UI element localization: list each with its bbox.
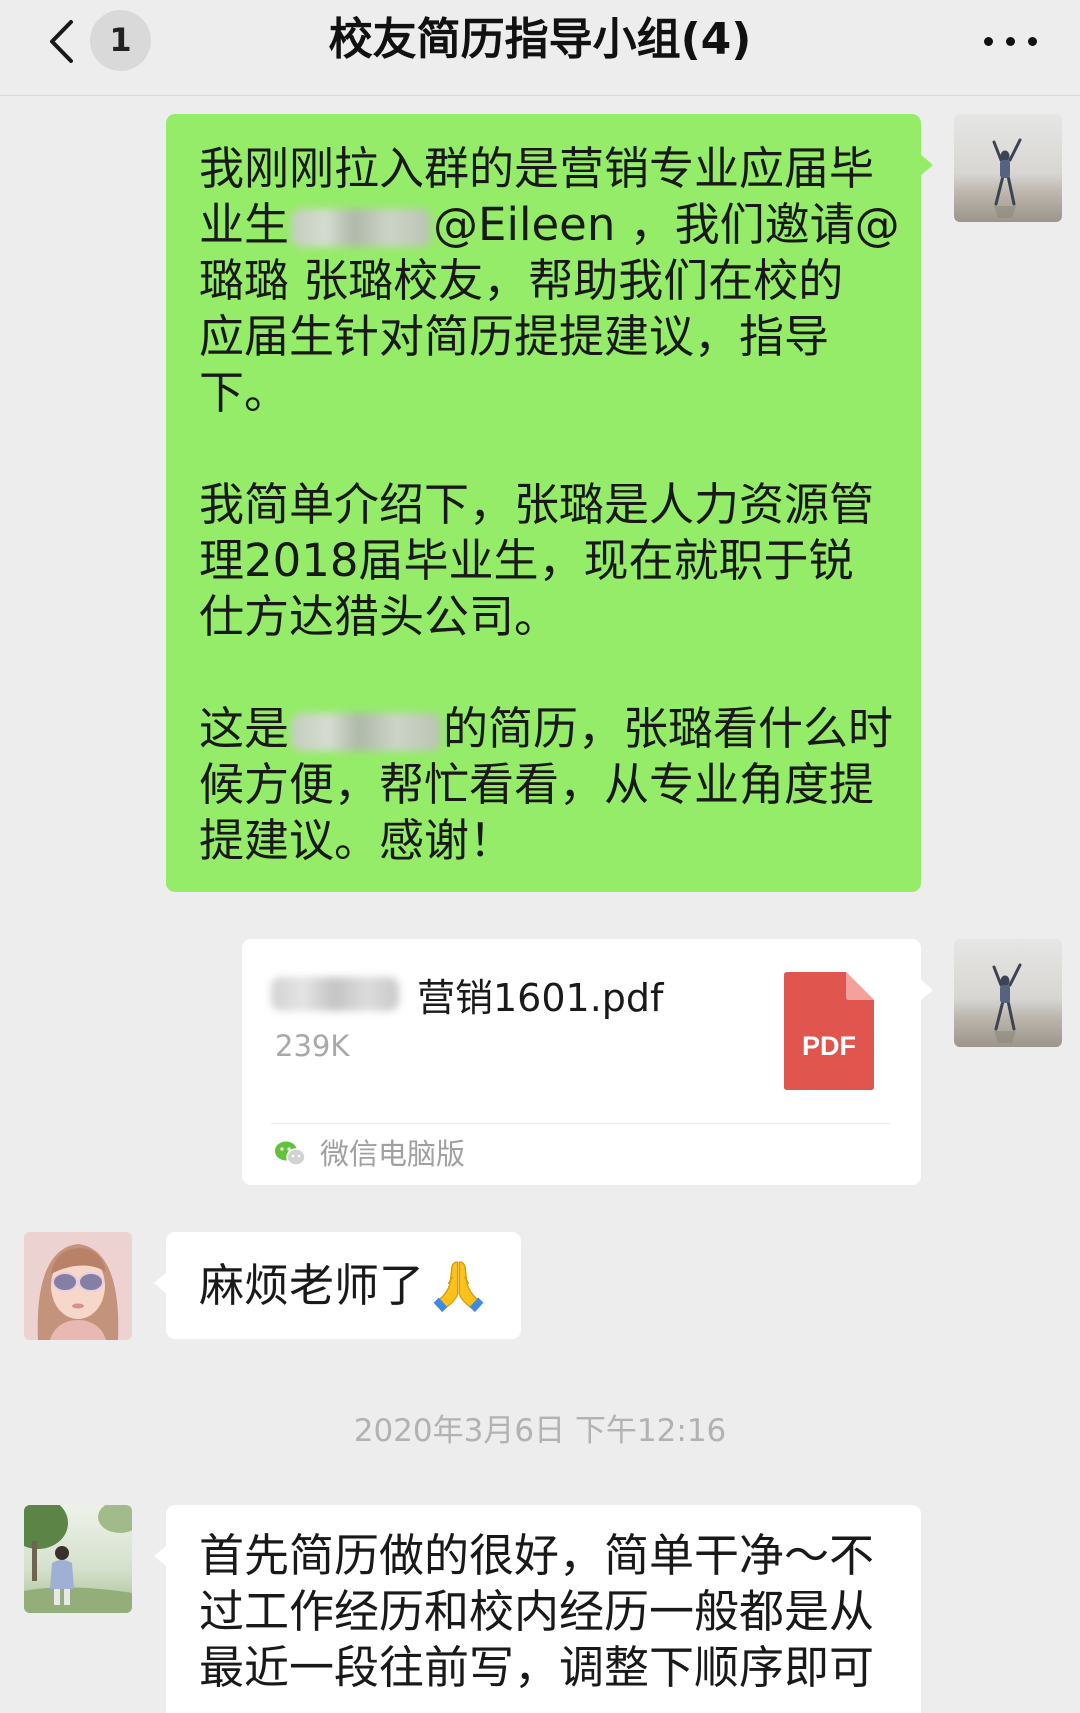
message-line: 理2018届毕业生，现在就职于锐 [199,534,854,587]
message-line: 最近一段往前写，调整下顺序即可 [199,1641,875,1694]
message-line: 仕方达猎头公司。 [199,590,560,643]
message-line: 过工作经历和校内经历一般都是从 [199,1585,875,1638]
more-dots-icon [1027,36,1037,46]
message-paragraph: 我简单介绍下，张璐是人力资源管 理2018届毕业生，现在就职于锐 仕方达猎头公司… [199,477,891,645]
file-name: 营销1601.pdf [417,975,664,1020]
message-line: 候方便，帮忙看看，从专业角度提 [199,758,875,811]
avatar-member[interactable] [24,1505,132,1613]
wechat-icon [275,1141,306,1166]
file-message-card[interactable]: 营销1601.pdf 239K PDF 微信电脑版 [242,939,933,1185]
message-bubble-self[interactable]: 我刚刚拉入群的是营销专业应届毕 业生 @Eileen ，我们邀请@ 璐璐 张璐校友… [166,114,933,892]
more-dots-icon [983,36,993,46]
folded-hands-icon [433,1261,484,1313]
message-line: 璐璐 张璐校友，帮助我们在校的 [199,254,844,307]
pdf-type-label: PDF [802,1031,856,1061]
chat-title: 校友简历指导小组(4) [328,14,752,65]
redacted-name-blur [291,713,442,751]
back-button[interactable] [36,10,86,72]
chevron-left-icon [50,20,73,63]
file-source-label: 微信电脑版 [320,1137,466,1171]
message-line: 下。 [199,366,290,419]
message-line: 业生 @Eileen ，我们邀请@ [199,197,900,253]
avatar-self[interactable] [954,939,1062,1047]
message-text: 的简历，张璐看什么时 [443,702,894,755]
avatar-image [954,114,1062,222]
redacted-name-blur [271,977,399,1011]
avatar-self[interactable] [954,114,1062,222]
avatar-image [24,1505,132,1613]
pdf-file-icon: PDF [784,972,874,1090]
message-line: 应届生针对简历提提建议，指导 [199,310,830,363]
more-options-button[interactable] [975,26,1045,56]
message-paragraph: 我刚刚拉入群的是营销专业应届毕 业生 @Eileen ，我们邀请@ 璐璐 张璐校友… [199,141,900,421]
message-text: 麻烦老师了 [199,1258,425,1312]
chat-timestamp: 2020年3月6日 下午12:16 [353,1413,727,1449]
message-bubble-other[interactable]: 首先简历做的很好，简单干净～不 过工作经历和校内经历一般都是从 最近一段往前写，… [154,1505,921,1713]
avatar-member[interactable] [24,1232,132,1340]
file-name-row: 营销1601.pdf [271,969,664,1020]
card-divider [271,1123,890,1124]
message-line: 提建议。感谢！ [199,814,515,867]
chat-header: 1 校友简历指导小组(4) [0,0,1080,96]
message-line: 我刚刚拉入群的是营销专业应届毕 [199,142,875,195]
message-bubble-other[interactable]: 麻烦老师了 [154,1232,521,1339]
unread-count-badge[interactable]: 1 [90,10,151,71]
message-paragraph: 这是 的简历，张璐看什么时 候方便，帮忙看看，从专业角度提 提建议。感谢！ [199,701,894,869]
redacted-name-blur [291,209,432,247]
message-line: 首先简历做的很好，简单干净～不 [199,1529,875,1582]
file-size: 239K [275,1029,350,1063]
message-text: 这是 [199,702,290,755]
mention-text: @Eileen ，我们邀请@ [433,198,900,251]
message-line: 这是 的简历，张璐看什么时 [199,701,894,757]
avatar-image [954,939,1062,1047]
more-dots-icon [1005,36,1015,46]
avatar-image [24,1232,132,1340]
message-text: 业生 [199,198,290,251]
message-line: 我简单介绍下，张璐是人力资源管 [199,478,875,531]
